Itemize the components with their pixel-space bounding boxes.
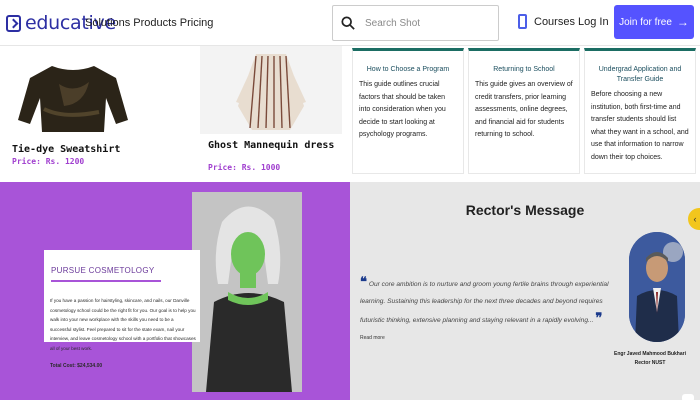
rector-portrait — [629, 232, 685, 342]
educative-logo-icon — [6, 14, 21, 32]
join-label: Join for free — [619, 16, 672, 28]
quote-open-icon: ❝ — [360, 274, 367, 289]
cosmetology-body: If you have a passion for hairstyling, s… — [50, 298, 196, 351]
product-image — [200, 46, 342, 134]
mobile-icon — [518, 14, 527, 29]
nav-links[interactable]: Solutions Products Pricing — [85, 17, 213, 29]
info-card-choose-program[interactable]: How to Choose a Program This guide outli… — [352, 48, 464, 174]
dress-image — [236, 54, 306, 130]
rector-name: Engr Javed Mahmood Bukhari — [614, 351, 686, 357]
info-card-body: This guide gives an overview of credit t… — [475, 81, 573, 138]
courses-link[interactable]: Courses — [518, 14, 575, 29]
cosmetology-cost: Total Cost: $24,534.00 — [50, 363, 103, 369]
chevron-left-icon: ‹ — [693, 214, 697, 224]
read-more-link[interactable]: Read more — [360, 335, 385, 341]
search-input[interactable] — [365, 17, 495, 29]
courses-label: Courses — [534, 15, 575, 28]
rector-role: Rector NUST — [634, 360, 666, 366]
cosmetology-title: PURSUE COSMETOLOGY — [51, 266, 155, 275]
info-card-body: This guide outlines crucial factors that… — [359, 81, 446, 138]
top-nav-bar: educative Solutions Products Pricing Cou… — [0, 0, 700, 46]
product-name: Tie-dye Sweatshirt — [12, 144, 121, 155]
title-underline — [51, 280, 161, 282]
login-link[interactable]: Log In — [578, 16, 609, 28]
info-card-title: Undergrad Application and Transfer Guide — [598, 66, 682, 83]
model-image — [192, 192, 302, 392]
product-card-dress[interactable]: Ghost Mannequin dress Price: Rs. 1000 — [200, 46, 342, 172]
search-icon — [341, 16, 355, 30]
corner-tab — [682, 394, 694, 402]
quote-close-icon: ❞ — [595, 310, 603, 325]
rector-photo — [629, 232, 685, 342]
rector-quote: ❝ Our core ambition is to nurture and gr… — [360, 274, 610, 346]
product-name: Ghost Mannequin dress — [208, 140, 335, 151]
join-button[interactable]: Join for free → — [614, 5, 694, 39]
product-price: Price: Rs. 1000 — [208, 163, 281, 172]
arrow-right-icon: → — [676, 15, 689, 29]
search-box[interactable] — [332, 5, 499, 41]
info-card-title: Returning to School — [493, 66, 555, 73]
info-card-returning[interactable]: Returning to School This guide gives an … — [468, 48, 580, 174]
quote-text: Our core ambition is to nurture and groo… — [360, 281, 609, 324]
rector-name-block: Engr Javed Mahmood Bukhari Rector NUST — [600, 350, 700, 368]
info-card-transfer-guide[interactable]: Undergrad Application and Transfer Guide… — [584, 48, 696, 174]
product-price: Price: Rs. 1200 — [12, 157, 85, 166]
product-image — [4, 54, 142, 140]
product-card-sweatshirt[interactable]: Tie-dye Sweatshirt Price: Rs. 1200 — [4, 54, 142, 172]
info-card-body: Before choosing a new institution, both … — [591, 91, 689, 161]
info-card-title: How to Choose a Program — [366, 66, 450, 73]
sweatshirt-image — [18, 66, 128, 132]
rector-title: Rector's Message — [465, 202, 585, 218]
model-photo — [192, 192, 302, 392]
